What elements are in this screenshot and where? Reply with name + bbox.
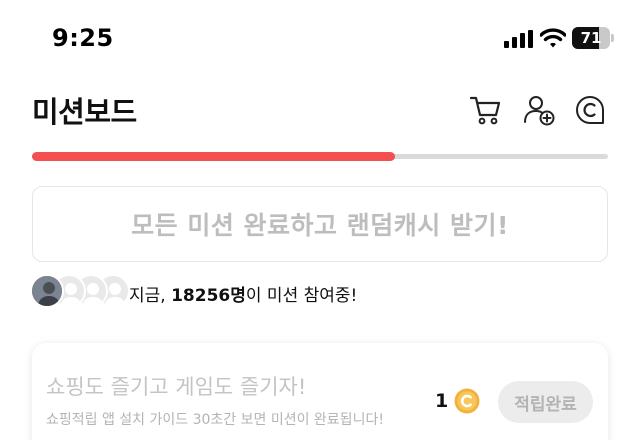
mission-title: 쇼핑도 즐기고 게임도 즐기자! bbox=[46, 375, 307, 399]
signal-icon bbox=[504, 30, 533, 48]
claim-complete-button[interactable]: 적립완료 bbox=[498, 381, 593, 423]
mission-reward-count: 1 bbox=[435, 390, 449, 412]
cash-icon[interactable] bbox=[573, 93, 607, 127]
random-cash-banner-text: 모든 미션 완료하고 랜덤캐시 받기! bbox=[131, 211, 509, 240]
add-friend-icon[interactable] bbox=[522, 93, 556, 127]
header: 미션보드 bbox=[0, 80, 640, 140]
coin-icon bbox=[454, 388, 480, 414]
status-time: 9:25 bbox=[52, 24, 114, 52]
mission-progress-fill bbox=[32, 152, 395, 161]
status-bar: 9:25 71 bbox=[0, 0, 640, 78]
battery-body: 71 bbox=[572, 27, 610, 49]
mission-progress-bar bbox=[32, 152, 608, 161]
battery-icon: 71 bbox=[572, 27, 614, 49]
participants-row: 지금, 18256명이 미션 참여중! bbox=[30, 274, 630, 310]
battery-tip bbox=[611, 34, 614, 42]
wifi-icon bbox=[540, 28, 566, 48]
participants-suffix: 이 미션 참여중! bbox=[245, 286, 358, 306]
battery-level: 71 bbox=[580, 29, 602, 47]
cart-icon[interactable] bbox=[469, 93, 503, 127]
page-title: 미션보드 bbox=[32, 95, 137, 129]
participants-count: 18256명 bbox=[171, 286, 246, 306]
avatar bbox=[30, 274, 64, 308]
participants-text: 지금, 18256명이 미션 참여중! bbox=[129, 281, 357, 306]
mission-description: 쇼핑적립 앱 설치 가이드 30초간 보면 미션이 완료됩니다! bbox=[46, 412, 384, 428]
random-cash-banner[interactable]: 모든 미션 완료하고 랜덤캐시 받기! bbox=[32, 186, 608, 262]
participants-prefix: 지금, bbox=[129, 286, 172, 306]
mission-card[interactable]: 쇼핑도 즐기고 게임도 즐기자! 쇼핑적립 앱 설치 가이드 30초간 보면 미… bbox=[32, 343, 608, 440]
